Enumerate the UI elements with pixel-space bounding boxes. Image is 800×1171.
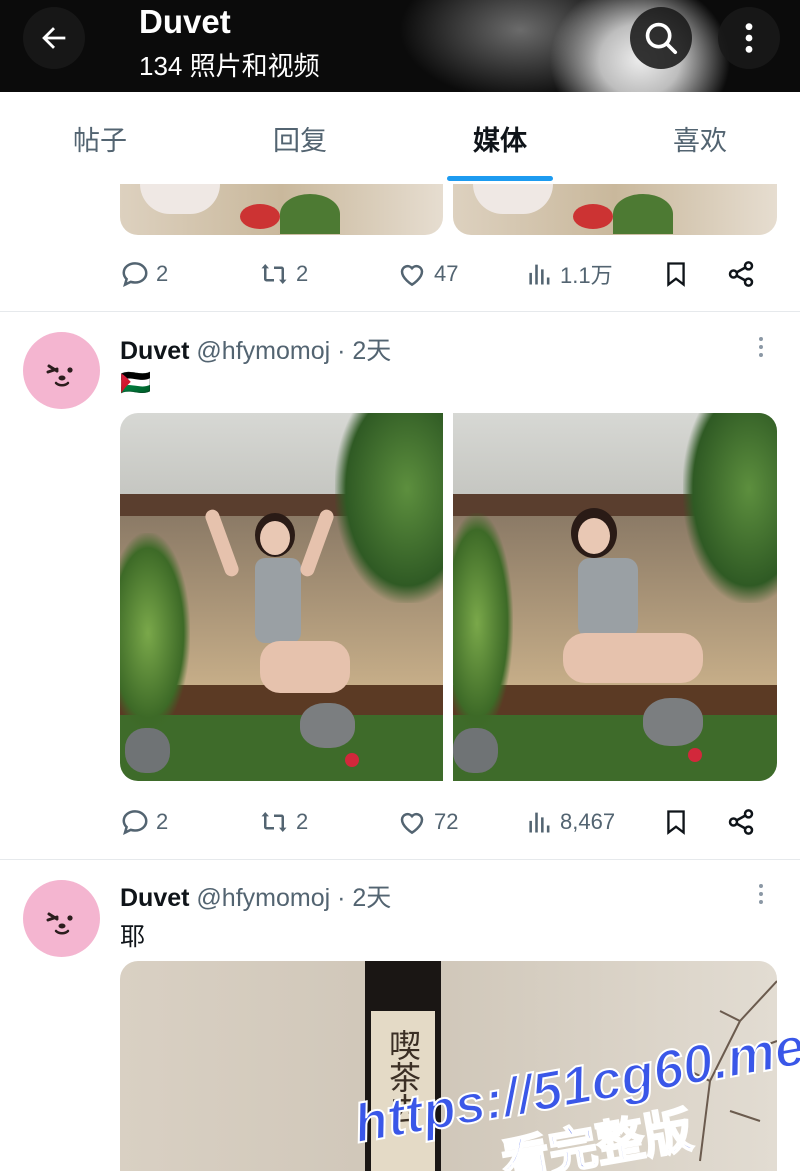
calligraphy-scroll-text: 喫茶去 bbox=[384, 1029, 422, 1125]
post-2-actions: 2 2 72 8,467 bbox=[120, 802, 780, 842]
post-divider bbox=[0, 859, 800, 860]
post-1-actions: 2 2 47 1.1万 bbox=[120, 254, 780, 294]
reply-button[interactable]: 2 bbox=[120, 254, 168, 294]
search-button[interactable] bbox=[630, 7, 692, 69]
post-3-author: Duvet @hfymomoj · 2天 bbox=[120, 878, 391, 914]
vertical-dots-icon bbox=[759, 884, 763, 904]
reply-icon bbox=[122, 810, 148, 835]
profile-tabs: 帖子 回复 媒体 喜欢 bbox=[0, 92, 800, 184]
post-3-text: 耶 bbox=[120, 923, 146, 951]
reply-count: 2 bbox=[156, 809, 169, 834]
post-1-image-1[interactable] bbox=[120, 184, 443, 235]
repost-button[interactable]: 2 bbox=[258, 254, 308, 294]
dog-face-icon bbox=[46, 364, 73, 387]
repost-icon bbox=[261, 812, 287, 832]
dog-face-icon bbox=[46, 912, 73, 935]
tab-likes[interactable]: 喜欢 bbox=[600, 92, 800, 184]
author-handle-time: @hfymomoj · 2天 bbox=[196, 337, 392, 365]
bookmark-button[interactable] bbox=[662, 802, 696, 842]
author-name[interactable]: Duvet bbox=[120, 337, 189, 365]
share-icon bbox=[728, 809, 754, 835]
vertical-dots-icon bbox=[759, 337, 763, 357]
repost-count: 2 bbox=[296, 809, 309, 834]
author-handle-time: @hfymomoj · 2天 bbox=[196, 884, 392, 912]
tab-replies[interactable]: 回复 bbox=[200, 92, 400, 184]
profile-header: Duvet 134 照片和视频 bbox=[0, 0, 800, 92]
like-button[interactable]: 47 bbox=[396, 254, 458, 294]
heart-icon bbox=[400, 812, 424, 835]
back-button[interactable] bbox=[23, 7, 85, 69]
reply-icon bbox=[122, 262, 148, 287]
heart-icon bbox=[400, 264, 424, 287]
like-count: 47 bbox=[434, 261, 459, 286]
active-tab-indicator bbox=[447, 176, 553, 181]
tab-replies-label: 回复 bbox=[273, 125, 327, 156]
repost-button[interactable]: 2 bbox=[258, 802, 308, 842]
repost-icon bbox=[261, 264, 287, 284]
search-icon bbox=[645, 22, 678, 55]
bookmark-button[interactable] bbox=[662, 254, 696, 294]
bookmark-icon bbox=[667, 810, 685, 835]
profile-name-title: Duvet bbox=[139, 3, 231, 40]
share-button[interactable] bbox=[726, 254, 762, 294]
like-button[interactable]: 72 bbox=[396, 802, 458, 842]
post-more-button[interactable] bbox=[748, 881, 774, 907]
more-options-button[interactable] bbox=[718, 7, 780, 69]
like-count: 72 bbox=[434, 809, 459, 834]
tab-media-label: 媒体 bbox=[473, 125, 527, 156]
tab-media[interactable]: 媒体 bbox=[400, 92, 600, 184]
post-3-image[interactable]: 喫茶去 bbox=[120, 961, 777, 1171]
bookmark-icon bbox=[667, 262, 685, 287]
avatar[interactable] bbox=[23, 880, 100, 957]
post-2-image-2[interactable] bbox=[453, 413, 777, 781]
views-button[interactable]: 1.1万 bbox=[526, 254, 613, 294]
reply-button[interactable]: 2 bbox=[120, 802, 168, 842]
post-2-author: Duvet @hfymomoj · 2天 bbox=[120, 331, 391, 367]
repost-count: 2 bbox=[296, 261, 309, 286]
post-more-button[interactable] bbox=[748, 334, 774, 360]
share-icon bbox=[728, 261, 754, 287]
branches-decoration bbox=[689, 980, 777, 1162]
views-count: 1.1万 bbox=[560, 263, 613, 288]
post-divider bbox=[0, 311, 800, 312]
bar-chart-icon bbox=[529, 812, 550, 833]
reply-count: 2 bbox=[156, 261, 169, 286]
tab-posts[interactable]: 帖子 bbox=[0, 92, 200, 184]
views-count: 8,467 bbox=[560, 809, 616, 834]
vertical-dots-icon bbox=[745, 23, 753, 53]
post-1-image-2[interactable] bbox=[453, 184, 777, 235]
author-name[interactable]: Duvet bbox=[120, 884, 189, 912]
views-button[interactable]: 8,467 bbox=[526, 802, 615, 842]
tab-posts-label: 帖子 bbox=[73, 125, 127, 156]
avatar[interactable] bbox=[23, 332, 100, 409]
share-button[interactable] bbox=[726, 802, 762, 842]
post-2-text: 🇵🇸 bbox=[120, 369, 152, 397]
arrow-left-icon bbox=[42, 27, 66, 49]
media-count: 134 照片和视频 bbox=[139, 51, 320, 81]
tab-likes-label: 喜欢 bbox=[673, 125, 727, 156]
bar-chart-icon bbox=[529, 264, 550, 285]
post-2-image-1[interactable] bbox=[120, 413, 443, 781]
